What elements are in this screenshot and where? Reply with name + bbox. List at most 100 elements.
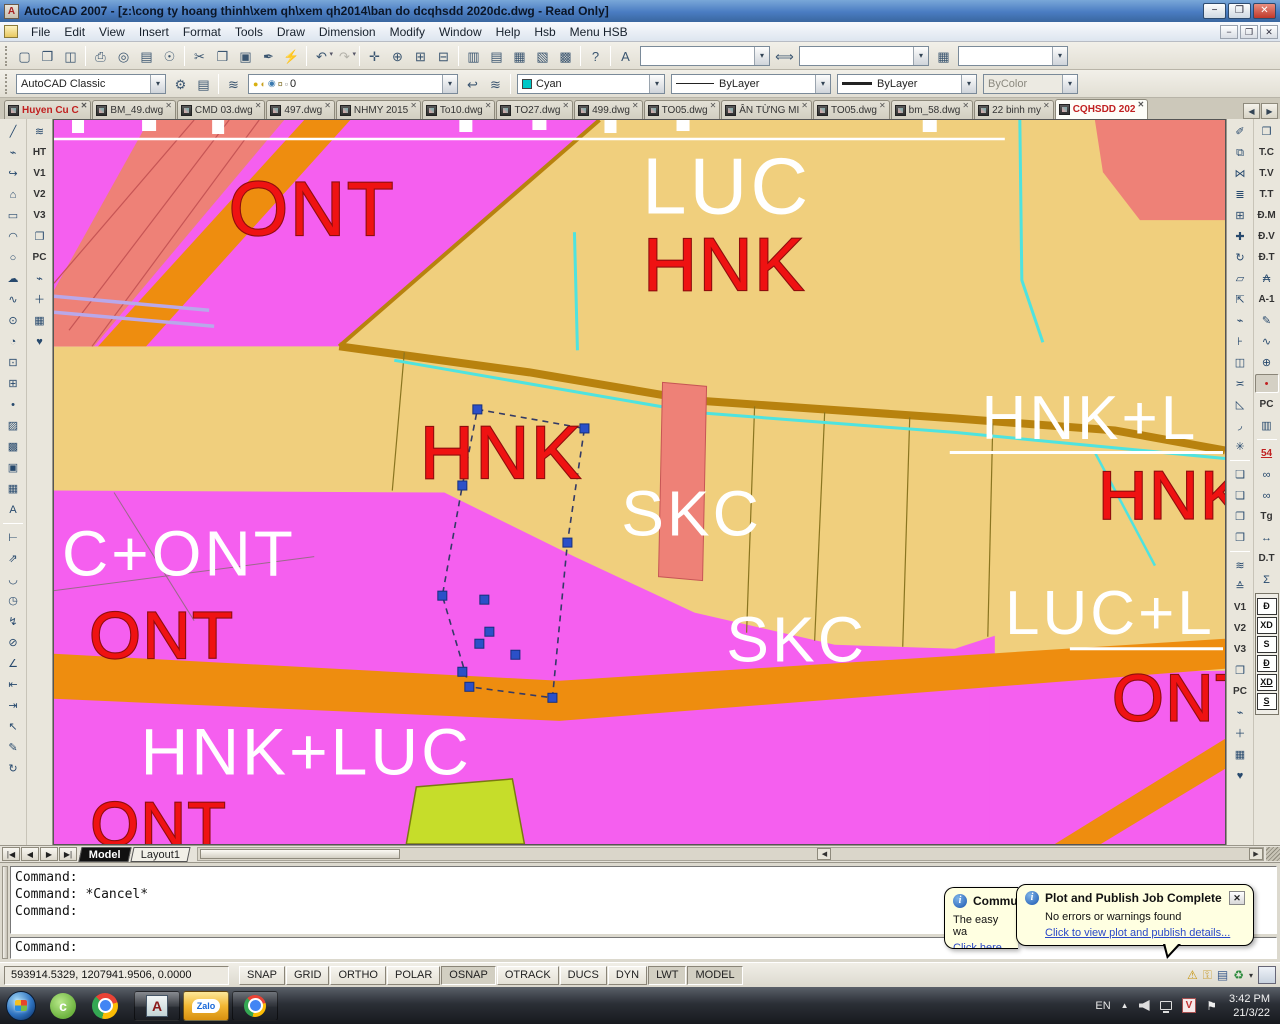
toggle-otrack[interactable]: OTRACK [497,966,559,985]
block-swap-icon[interactable]: ❐ [1228,528,1252,547]
new-icon[interactable]: ▢ [13,45,36,67]
window-icon[interactable]: ❐ [28,227,52,246]
tab-close-icon[interactable]: ✕ [255,101,262,110]
balloon-link[interactable]: Click here. [953,942,1010,949]
join-icon[interactable]: ≍ [1228,374,1252,393]
palette-s-button[interactable]: S [1257,636,1277,653]
drawing-tab[interactable]: 499.dwg ✕ [574,100,643,119]
dim-radius-icon[interactable]: ◷ [1,591,25,610]
offset-icon[interactable]: ≣ [1228,185,1252,204]
tab-close-icon[interactable]: ✕ [81,101,88,110]
pc2-button[interactable]: PC [1228,682,1252,701]
tab-close-icon[interactable]: ✕ [632,101,639,110]
close-button[interactable]: ✕ [1253,3,1276,19]
drawing-tab[interactable]: To10.dwg ✕ [422,100,496,119]
chevron-down-icon[interactable]: ▾ [815,75,830,93]
tab-close-icon[interactable]: ✕ [410,101,417,110]
toggle-osnap[interactable]: OSNAP [441,966,496,985]
zoom-window-icon[interactable]: ⊞ [409,45,432,67]
copy-nested-icon[interactable]: ❏ [1228,465,1252,484]
drawing-tab[interactable]: 497.dwg ✕ [266,100,335,119]
block-paste-icon[interactable]: ❐ [1228,507,1252,526]
chevron-down-icon[interactable]: ▾ [649,75,664,93]
text-icon[interactable]: A [1,500,25,519]
arrow-lr-icon[interactable]: ↔ [1255,528,1279,547]
minimize-button[interactable]: − [1203,3,1226,19]
array-icon[interactable]: ⊞ [1228,206,1252,225]
tv-button[interactable]: T.V [1255,164,1279,183]
trusted-dwg-icon[interactable]: ♻ [1233,968,1244,982]
insert-block-icon[interactable]: ⊡ [1,353,25,372]
coccoc-icon[interactable]: c [50,993,76,1019]
tab-scroll-right[interactable]: ▶ [1261,103,1278,119]
zoom-realtime-icon[interactable]: ⊕ [386,45,409,67]
publish-icon[interactable]: ▤ [135,45,158,67]
network-icon[interactable] [1160,1001,1172,1010]
drawing-tab[interactable]: ÂN TỪNG MI ✕ [721,100,812,119]
menu-format[interactable]: Format [176,23,228,41]
point-icon[interactable]: • [1,395,25,414]
text-style-icon[interactable]: A [614,45,637,67]
palette-s-button[interactable]: S [1257,693,1277,710]
palette-xd-button[interactable]: XD [1257,674,1277,691]
chevron-down-icon[interactable]: ▾ [913,47,928,65]
menu-menu-hsb[interactable]: Menu HSB [563,23,635,41]
hscroll-thumb[interactable] [200,849,400,859]
move-icon[interactable]: ✚ [1228,227,1252,246]
polyline-icon[interactable]: ⌁ [1,143,25,162]
map-canvas[interactable]: ONTLUCHNKHNKSKCHNK+LHNKC+ONTONTSKCLUC+LO… [53,119,1226,845]
v1-button[interactable]: V1 [28,164,52,183]
ht-button[interactable]: HT [28,143,52,162]
designcenter-icon[interactable]: ▤ [485,45,508,67]
tt-button[interactable]: T.T [1255,185,1279,204]
drawing-tab[interactable]: BM_49.dwg ✕ [92,100,176,119]
dt2-button[interactable]: D.T [1255,549,1279,568]
save-icon[interactable]: ◫ [59,45,82,67]
properties-icon[interactable]: ▥ [462,45,485,67]
copy-icon[interactable]: ⧉ [1228,143,1252,162]
layer-previous-icon[interactable]: ↩ [461,73,484,95]
circles1-icon[interactable]: ∞ [1255,465,1279,484]
zalo-taskbar-button[interactable]: Zalo [183,991,229,1021]
palette-đ-button[interactable]: Đ [1257,655,1277,672]
help-icon[interactable]: ? [584,45,607,67]
menu-view[interactable]: View [92,23,132,41]
maximize-button[interactable]: ❐ [1228,3,1251,19]
extend-icon[interactable]: ⊦ [1228,332,1252,351]
v2-button[interactable]: V2 [28,185,52,204]
pencil-icon[interactable]: ✎ [1255,311,1279,330]
text-style-dropdown[interactable]: ▾ [640,46,770,66]
open-icon[interactable]: ❒ [36,45,59,67]
paste-icon[interactable]: ▣ [234,45,257,67]
tab-layout1[interactable]: Layout1 [130,847,190,862]
unlock-icon[interactable]: ⚿ [1203,968,1212,983]
circle-icon[interactable]: ○ [1,248,25,267]
quickcalc-icon[interactable]: ▩ [554,45,577,67]
arc-edit-icon[interactable]: ↪ [1,164,25,183]
tab-model[interactable]: Model [78,847,131,862]
gradient-icon[interactable]: ▩ [1,437,25,456]
taskbar-clock[interactable]: 3:42 PM 21/3/22 [1229,992,1270,1020]
tab-close-icon[interactable]: ✕ [562,101,569,110]
menu-draw[interactable]: Draw [270,23,312,41]
first-tab-button[interactable]: |◀ [2,847,20,861]
tab-close-icon[interactable]: ✕ [801,101,808,110]
mirror-icon[interactable]: ⋈ [1228,164,1252,183]
window2-icon[interactable]: ❐ [1228,661,1252,680]
tab-close-icon[interactable]: ✕ [879,101,886,110]
toggle-ortho[interactable]: ORTHO [330,966,386,985]
doc-close-button[interactable]: ✕ [1260,25,1278,39]
toggle-lwt[interactable]: LWT [648,966,686,985]
toggle-polar[interactable]: POLAR [387,966,440,985]
dim-jogged-icon[interactable]: ↯ [1,612,25,631]
undo-icon[interactable]: ↶▾ [310,45,333,67]
balloon-close-icon[interactable]: ✕ [1229,891,1245,905]
v2b-button[interactable]: V2 [1228,619,1252,638]
break-icon[interactable]: ◫ [1228,353,1252,372]
toolbar-grip[interactable] [5,46,9,66]
region-icon[interactable]: ▣ [1,458,25,477]
sheetset-icon[interactable]: ▦ [508,45,531,67]
toggle-grid[interactable]: GRID [286,966,330,985]
dim-linear-icon[interactable]: ⊢ [1,528,25,547]
unikey-icon[interactable]: V [1182,998,1197,1013]
